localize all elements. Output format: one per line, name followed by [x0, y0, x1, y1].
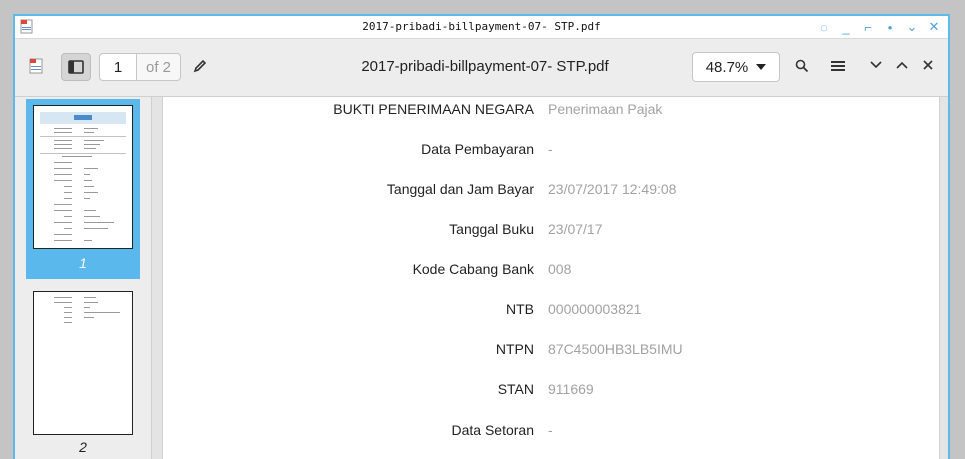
document-icon: [27, 57, 45, 75]
annotate-pencil-icon[interactable]: [193, 59, 207, 73]
row-value: 23/07/2017 12:49:08: [548, 181, 677, 197]
row-value: 87C4500HB3LB5IMU: [548, 341, 683, 357]
toolbar: 1 of 2 2017-pribadi-billpayment-07- STP.…: [15, 39, 948, 97]
search-icon[interactable]: [795, 59, 809, 73]
document-row: Kode Cabang Bank 008: [163, 261, 939, 281]
shade-button[interactable]: •: [882, 18, 898, 36]
document-row: Data Setoran -: [163, 422, 939, 442]
document-row: NTB 000000003821: [163, 301, 939, 321]
document-row: Tanggal dan Jam Bayar 23/07/2017 12:49:0…: [163, 181, 939, 201]
thumbnail-image: [33, 291, 133, 435]
close-search-icon[interactable]: [923, 60, 933, 70]
row-label: BUKTI PENERIMAAN NEGARA: [333, 101, 534, 117]
document-row: Data Pembayaran -: [163, 141, 939, 161]
sticky-icon[interactable]: ◌: [816, 18, 832, 36]
row-value: -: [548, 141, 553, 157]
thumbnail-image: [33, 105, 133, 249]
thumbnail-page-1[interactable]: 1: [26, 99, 140, 279]
window-title: 2017-pribadi-billpayment-07- STP.pdf: [362, 20, 601, 33]
pdf-page: BUKTI PENERIMAAN NEGARA Penerimaan Pajak…: [162, 97, 940, 459]
row-value: Penerimaan Pajak: [548, 101, 663, 117]
document-title: 2017-pribadi-billpayment-07- STP.pdf: [361, 58, 609, 75]
row-label: STAN: [497, 381, 534, 397]
row-value: 000000003821: [548, 301, 642, 317]
row-label: NTB: [506, 301, 534, 317]
thumbnail-page-number: 2: [79, 439, 87, 455]
row-label: Kode Cabang Bank: [412, 261, 534, 277]
row-value: 911669: [548, 381, 594, 397]
thumbnail-page-2[interactable]: 2: [26, 287, 140, 457]
previous-result-chevron-up-icon[interactable]: [896, 61, 908, 69]
document-row: STAN 911669: [163, 381, 939, 401]
row-label: NTPN: [495, 341, 534, 357]
document-row: BUKTI PENERIMAAN NEGARA Penerimaan Pajak: [163, 101, 939, 121]
row-label: Tanggal dan Jam Bayar: [386, 181, 534, 197]
document-row: NTPN 87C4500HB3LB5IMU: [163, 341, 939, 361]
document-view[interactable]: BUKTI PENERIMAAN NEGARA Penerimaan Pajak…: [152, 97, 948, 459]
zoom-value: 48.7%: [705, 58, 749, 76]
current-page-input[interactable]: 1: [100, 54, 137, 80]
page-number-field[interactable]: 1 of 2: [99, 53, 181, 81]
row-label: Data Setoran: [451, 422, 535, 438]
thumbnail-sidebar: 1 2: [15, 97, 152, 459]
menu-chevron-icon[interactable]: ⌄: [904, 18, 920, 36]
sidebar-toggle-button[interactable]: [61, 53, 91, 81]
thumbnail-page-number: 1: [79, 255, 87, 271]
maximize-button[interactable]: ⌐: [860, 18, 876, 36]
next-result-chevron-down-icon[interactable]: [870, 61, 882, 69]
page-total-label: of 2: [145, 58, 172, 76]
row-value: 008: [548, 261, 572, 277]
pdf-viewer-window: 2017-pribadi-billpayment-07- STP.pdf ◌ _…: [13, 14, 950, 459]
title-bar: 2017-pribadi-billpayment-07- STP.pdf ◌ _…: [15, 16, 948, 39]
sidebar-icon: [68, 60, 84, 74]
window-controls: ◌ _ ⌐ • ⌄ ✕: [816, 18, 942, 36]
row-value: 23/07/17: [548, 221, 603, 237]
row-value: -: [548, 422, 553, 438]
document-row: Tanggal Buku 23/07/17: [163, 221, 939, 241]
dropdown-caret-icon: [756, 64, 767, 70]
minimize-button[interactable]: _: [838, 18, 854, 36]
zoom-select[interactable]: 48.7%: [692, 52, 780, 82]
row-label: Tanggal Buku: [449, 221, 534, 237]
close-button[interactable]: ✕: [926, 18, 942, 36]
hamburger-menu-icon[interactable]: [831, 60, 845, 72]
row-label: Data Pembayaran: [421, 141, 534, 157]
